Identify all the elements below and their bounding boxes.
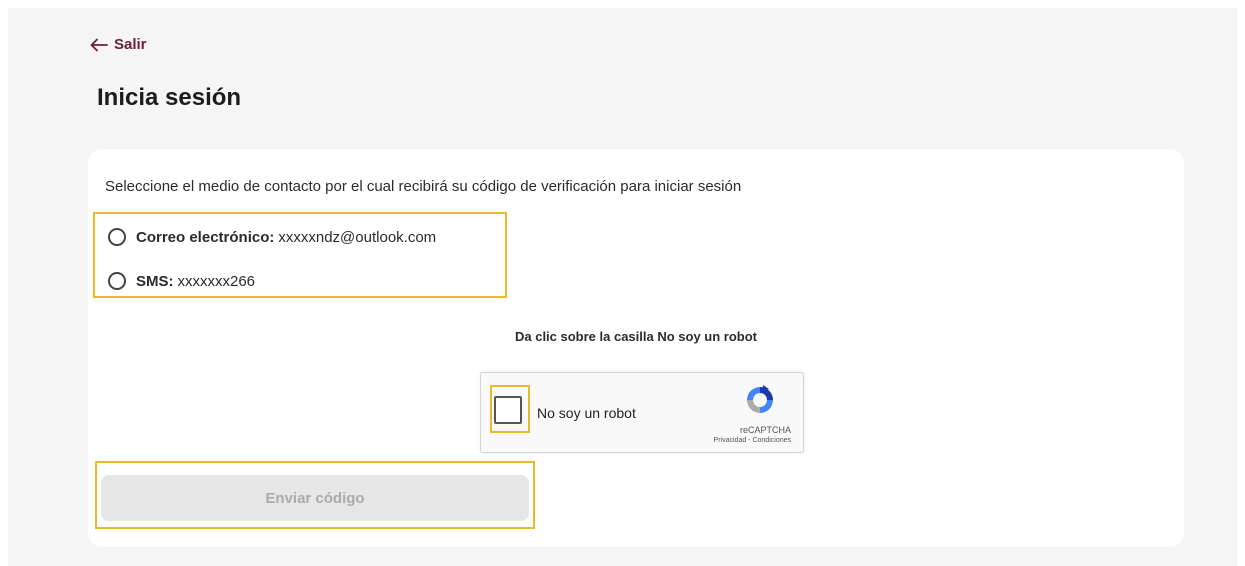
contact-options-group: Correo electrónico: xxxxxndz@outlook.com…: [93, 212, 507, 298]
login-card: Seleccione el medio de contacto por el c…: [88, 149, 1184, 547]
terms-link[interactable]: Condiciones: [752, 437, 791, 444]
recaptcha-links: Privacidad - Condiciones: [714, 437, 791, 444]
captcha-prompt: Da clic sobre la casilla No soy un robot: [514, 329, 758, 344]
captcha-label: No soy un robot: [537, 405, 636, 421]
sms-option-value: xxxxxxx266: [177, 272, 256, 290]
sms-option-label: SMS:: [136, 272, 174, 290]
radio-button-email[interactable]: [108, 228, 126, 246]
radio-option-sms[interactable]: SMS: xxxxxxx266: [108, 272, 255, 290]
email-option-value: xxxxxndz@outlook.com: [278, 228, 437, 246]
back-link-label: Salir: [114, 36, 147, 53]
privacy-link[interactable]: Privacidad: [714, 437, 747, 444]
captcha-checkbox[interactable]: [494, 396, 522, 424]
back-link[interactable]: Salir: [90, 36, 147, 53]
page-title: Inicia sesión: [97, 84, 242, 111]
send-code-button[interactable]: Enviar código: [101, 475, 529, 521]
recaptcha-logo-icon: [743, 383, 777, 422]
recaptcha-brand: reCAPTCHA: [739, 425, 791, 435]
instructions-text: Seleccione el medio de contacto por el c…: [105, 178, 742, 195]
email-option-label: Correo electrónico:: [136, 228, 275, 246]
radio-option-email[interactable]: Correo electrónico: xxxxxndz@outlook.com: [108, 228, 436, 246]
recaptcha-widget: No soy un robot reCAPTCHA Privacidad - C…: [480, 372, 804, 453]
radio-button-sms[interactable]: [108, 272, 126, 290]
arrow-left-icon: [90, 38, 108, 52]
submit-highlight: Enviar código: [95, 461, 535, 529]
login-page: Salir Inicia sesión Seleccione el medio …: [8, 8, 1237, 566]
